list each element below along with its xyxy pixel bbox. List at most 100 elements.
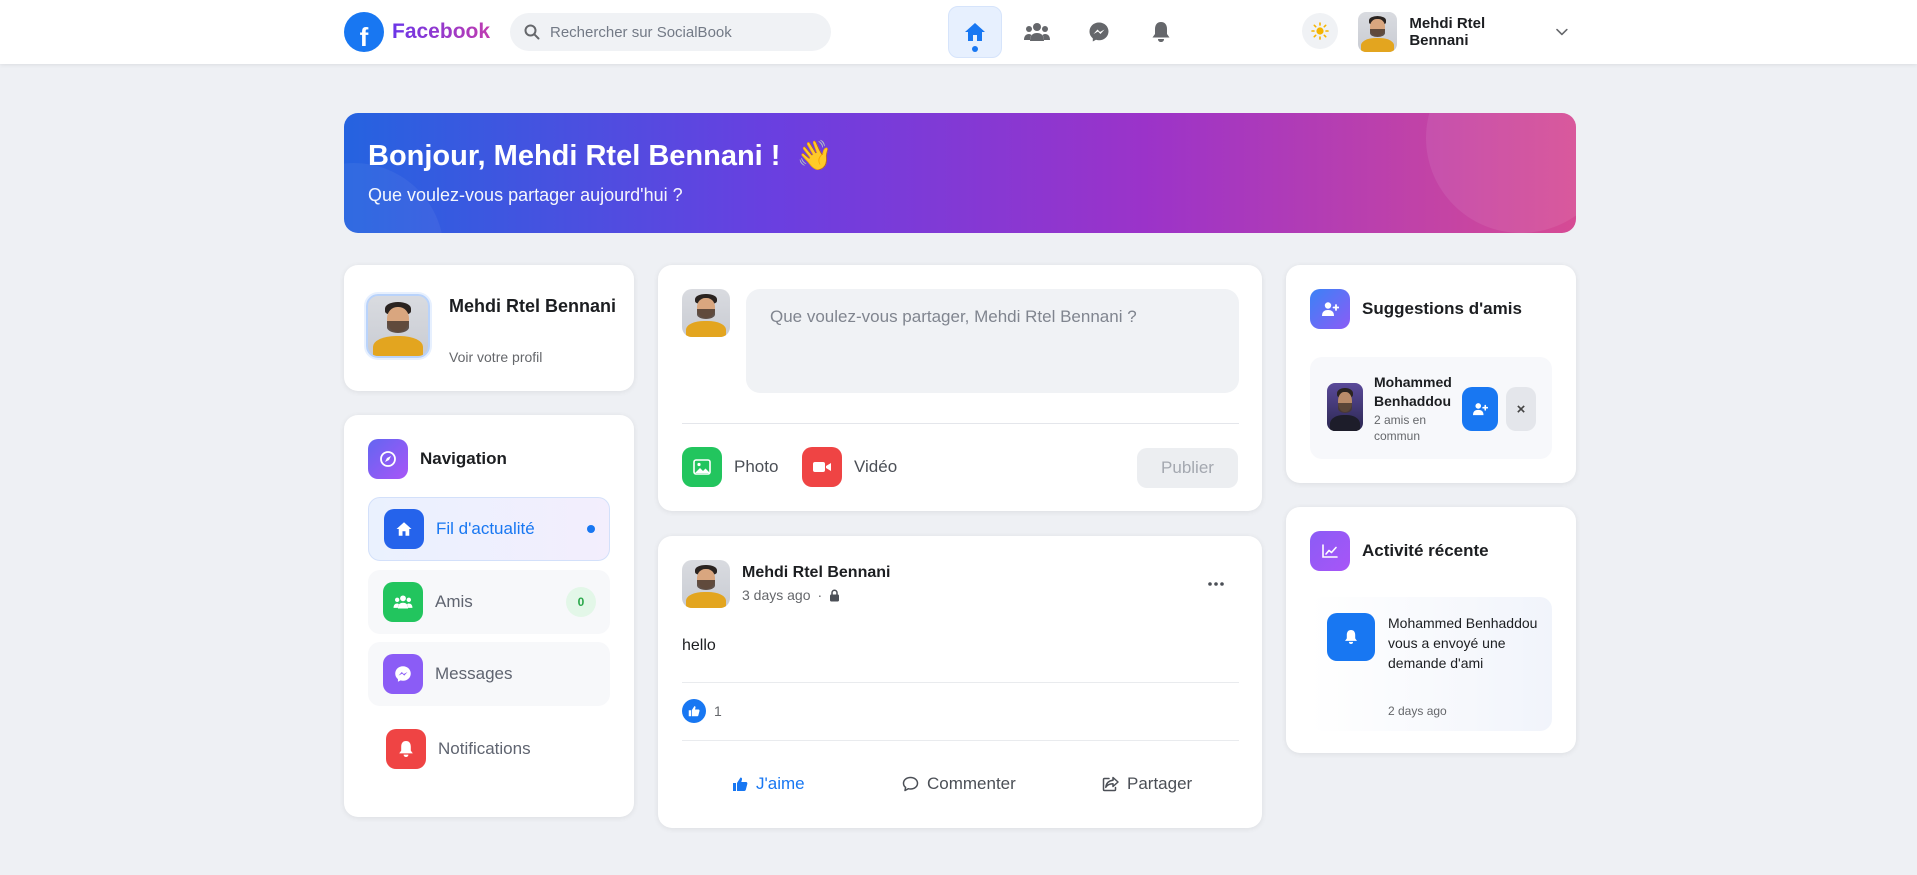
profile-card[interactable]: Mehdi Rtel Bennani Voir votre profil (344, 265, 634, 391)
like-button[interactable]: J'aime (732, 764, 805, 804)
profile-name[interactable]: Mehdi Rtel Bennani (449, 292, 619, 320)
navigation-header: Navigation (368, 439, 507, 479)
add-photo-button[interactable]: Photo (682, 447, 778, 487)
top-bar: f Facebook Mehdi Rtel Bennani (0, 0, 1917, 64)
welcome-title: Bonjour, Mehdi Rtel Bennani ! 👋 (368, 140, 833, 172)
brand-name: Facebook (392, 20, 491, 43)
activity-time: 2 days ago (1388, 704, 1447, 718)
user-menu-button[interactable]: Mehdi Rtel Bennani (1358, 8, 1568, 56)
nav-messenger-button[interactable] (1072, 6, 1126, 58)
user-name: Mehdi Rtel Bennani (1409, 15, 1486, 49)
thumbs-up-icon (733, 777, 748, 791)
sidebar-item-label: Messages (435, 664, 513, 683)
nav-notifications-button[interactable] (1134, 6, 1188, 58)
search-bar[interactable] (510, 13, 831, 51)
video-icon (802, 447, 842, 487)
avatar (682, 289, 730, 337)
sun-icon (1311, 22, 1329, 40)
friends-icon (383, 582, 423, 622)
friends-count-badge: 0 (566, 587, 596, 617)
sidebar-item-label: Amis (435, 592, 473, 611)
sidebar-item-label: Fil d'actualité (436, 519, 535, 538)
recent-activity-card: Activité récente Mohammed Benhaddou vous… (1286, 507, 1576, 753)
author-avatar[interactable] (682, 560, 730, 608)
publish-button[interactable]: Publier (1137, 448, 1238, 488)
facebook-logo-icon: f (344, 12, 384, 52)
divider (682, 423, 1239, 424)
avatar (1358, 12, 1398, 52)
view-profile-link[interactable]: Voir votre profil (449, 349, 542, 365)
bell-icon (1152, 22, 1170, 42)
bell-icon (386, 729, 426, 769)
activity-title: Activité récente (1362, 541, 1489, 560)
post-meta: 3 days ago · (742, 587, 840, 603)
activity-item[interactable]: Mohammed Benhaddou vous a envoyé une dem… (1310, 597, 1552, 731)
add-video-button[interactable]: Vidéo (802, 447, 897, 487)
more-icon (1208, 582, 1224, 586)
likes-summary[interactable]: 1 (682, 699, 722, 723)
nav-home-button[interactable] (948, 6, 1002, 58)
sidebar-item-label: Notifications (438, 739, 531, 758)
activity-header: Activité récente (1310, 531, 1489, 571)
suggestion-avatar[interactable] (1327, 383, 1363, 431)
post-composer: Photo Vidéo Publier (658, 265, 1262, 511)
post-options-button[interactable] (1201, 574, 1231, 594)
compass-icon (368, 439, 408, 479)
separator-dot: · (817, 587, 823, 603)
post-author[interactable]: Mehdi Rtel Bennani (742, 564, 890, 582)
user-plus-icon (1473, 403, 1488, 416)
sidebar-item-notifications[interactable]: Notifications (368, 717, 610, 781)
active-indicator (972, 46, 978, 52)
share-button[interactable]: Partager (1102, 764, 1192, 804)
sidebar-item-messages[interactable]: Messages (368, 642, 610, 706)
main-nav (948, 6, 1196, 58)
post-time: 3 days ago (742, 587, 811, 603)
dismiss-suggestion-button[interactable]: × (1506, 387, 1536, 431)
user-plus-icon (1310, 289, 1350, 329)
post-content: hello (682, 637, 716, 654)
comment-button[interactable]: Commenter (902, 764, 1016, 804)
theme-toggle-button[interactable] (1302, 13, 1338, 49)
search-icon (524, 24, 540, 40)
divider (682, 682, 1239, 683)
comment-icon (902, 776, 919, 792)
add-friend-button[interactable] (1462, 387, 1498, 431)
home-icon (965, 23, 985, 41)
suggestion-item: Mohammed Benhaddou 2 amis en commun × (1310, 357, 1552, 459)
lock-icon (830, 589, 840, 601)
active-indicator (587, 525, 595, 533)
divider (682, 740, 1239, 741)
video-label: Vidéo (854, 457, 898, 476)
wave-emoji: 👋 (796, 140, 833, 172)
share-icon (1102, 776, 1119, 792)
sidebar-item-feed[interactable]: Fil d'actualité (368, 497, 610, 561)
likes-count: 1 (714, 703, 722, 719)
mutual-friends: 2 amis en commun (1374, 413, 1427, 443)
messenger-icon (1089, 22, 1109, 42)
close-icon: × (1516, 400, 1526, 418)
brand[interactable]: f Facebook (344, 12, 490, 52)
search-input[interactable] (550, 23, 810, 41)
chevron-down-icon (1556, 28, 1568, 36)
like-reaction-icon (682, 699, 706, 723)
post-input[interactable] (746, 289, 1239, 393)
welcome-subtitle: Que voulez-vous partager aujourd'hui ? (368, 185, 683, 205)
bell-icon (1327, 613, 1375, 661)
post-card: Mehdi Rtel Bennani 3 days ago · hello 1 … (658, 536, 1262, 828)
sidebar-item-friends[interactable]: Amis 0 (368, 570, 610, 634)
welcome-banner: Bonjour, Mehdi Rtel Bennani ! 👋 Que voul… (344, 113, 1576, 233)
suggestion-name[interactable]: Mohammed Benhaddou (1374, 373, 1462, 411)
profile-avatar[interactable] (366, 294, 430, 358)
suggestions-header: Suggestions d'amis (1310, 289, 1522, 329)
friend-suggestions-card: Suggestions d'amis Mohammed Benhaddou 2 … (1286, 265, 1576, 483)
like-label: J'aime (756, 774, 805, 793)
activity-text: Mohammed Benhaddou vous a envoyé une dem… (1388, 615, 1538, 671)
photo-label: Photo (734, 457, 779, 476)
share-label: Partager (1127, 774, 1193, 793)
navigation-card: Navigation Fil d'actualité Amis 0 Messag… (344, 415, 634, 817)
nav-friends-button[interactable] (1010, 6, 1064, 58)
chart-line-icon (1310, 531, 1350, 571)
comment-label: Commenter (927, 774, 1016, 793)
navigation-title: Navigation (420, 449, 507, 468)
decorative-circle (1426, 113, 1576, 233)
